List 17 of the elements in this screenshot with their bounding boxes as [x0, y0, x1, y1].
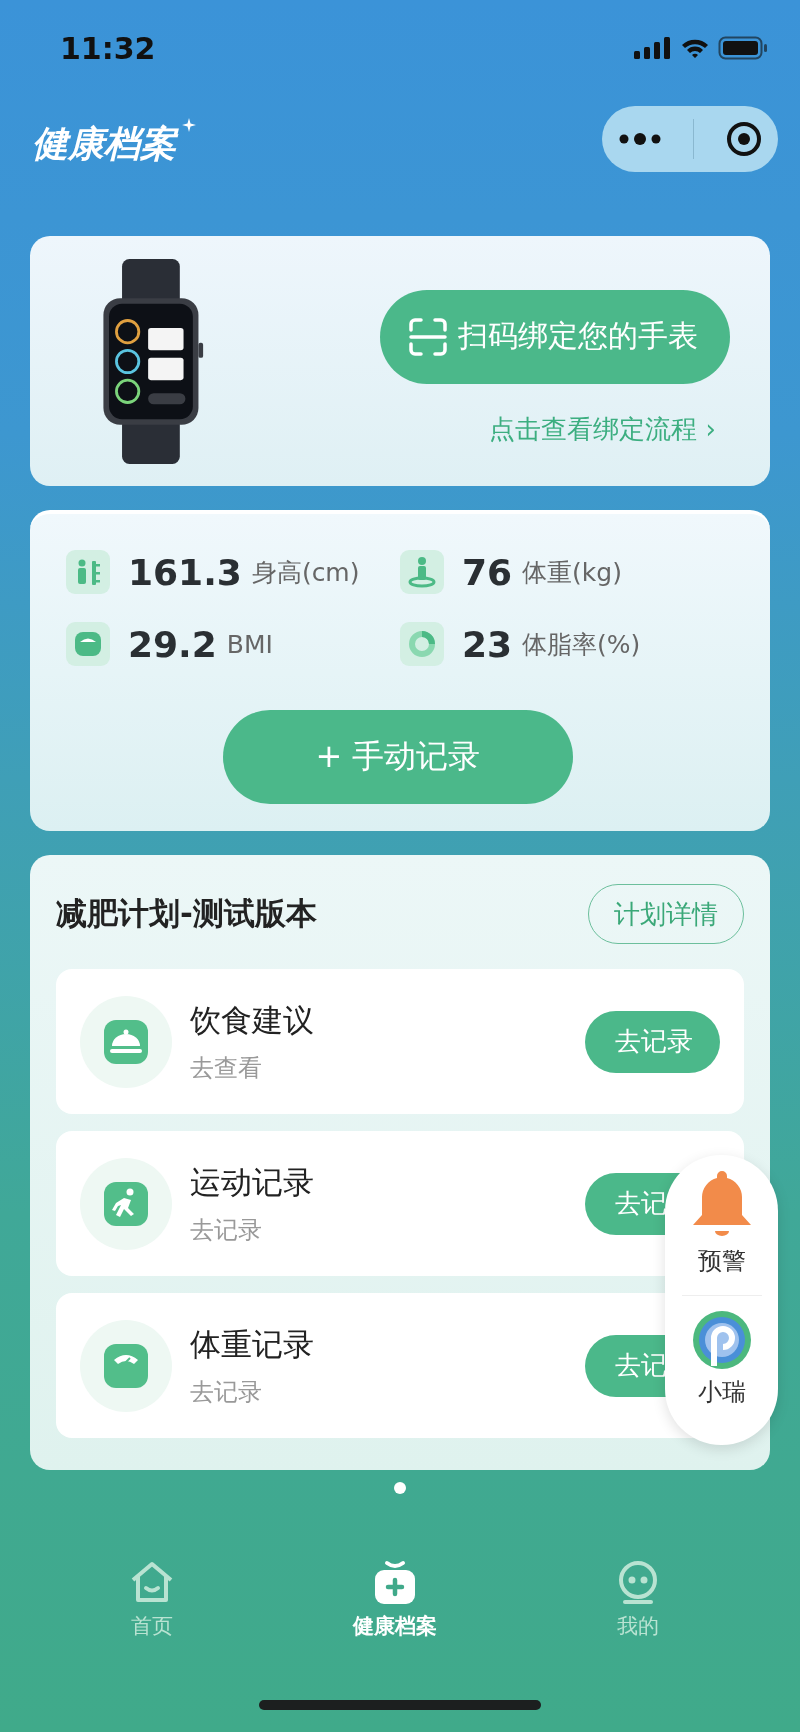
plan-item-title: 体重记录 [190, 1324, 315, 1364]
stat-value: 76 [462, 551, 513, 593]
stat-label: 体脂率(%) [522, 628, 641, 661]
stat-value: 29.2 [128, 623, 217, 665]
stat-value: 23 [462, 623, 513, 665]
status-time: 11:32 [60, 30, 156, 66]
plan-item-title: 运动记录 [190, 1162, 315, 1202]
plan-item-subtitle: 去记录 [190, 1376, 263, 1408]
stat-label: 身高(cm) [251, 556, 360, 589]
plan-item-subtitle: 去查看 [190, 1052, 263, 1084]
plan-item-title: 饮食建议 [190, 1000, 315, 1040]
stat-label: BMI [226, 629, 273, 659]
floating-label: 预警 [697, 1246, 746, 1277]
plan-item-subtitle: 去记录 [190, 1214, 263, 1246]
plan-title: 减肥计划-测试版本 [56, 894, 317, 933]
stat-value: 161.3 [128, 551, 242, 593]
stat-label: 体重(kg) [522, 556, 622, 589]
